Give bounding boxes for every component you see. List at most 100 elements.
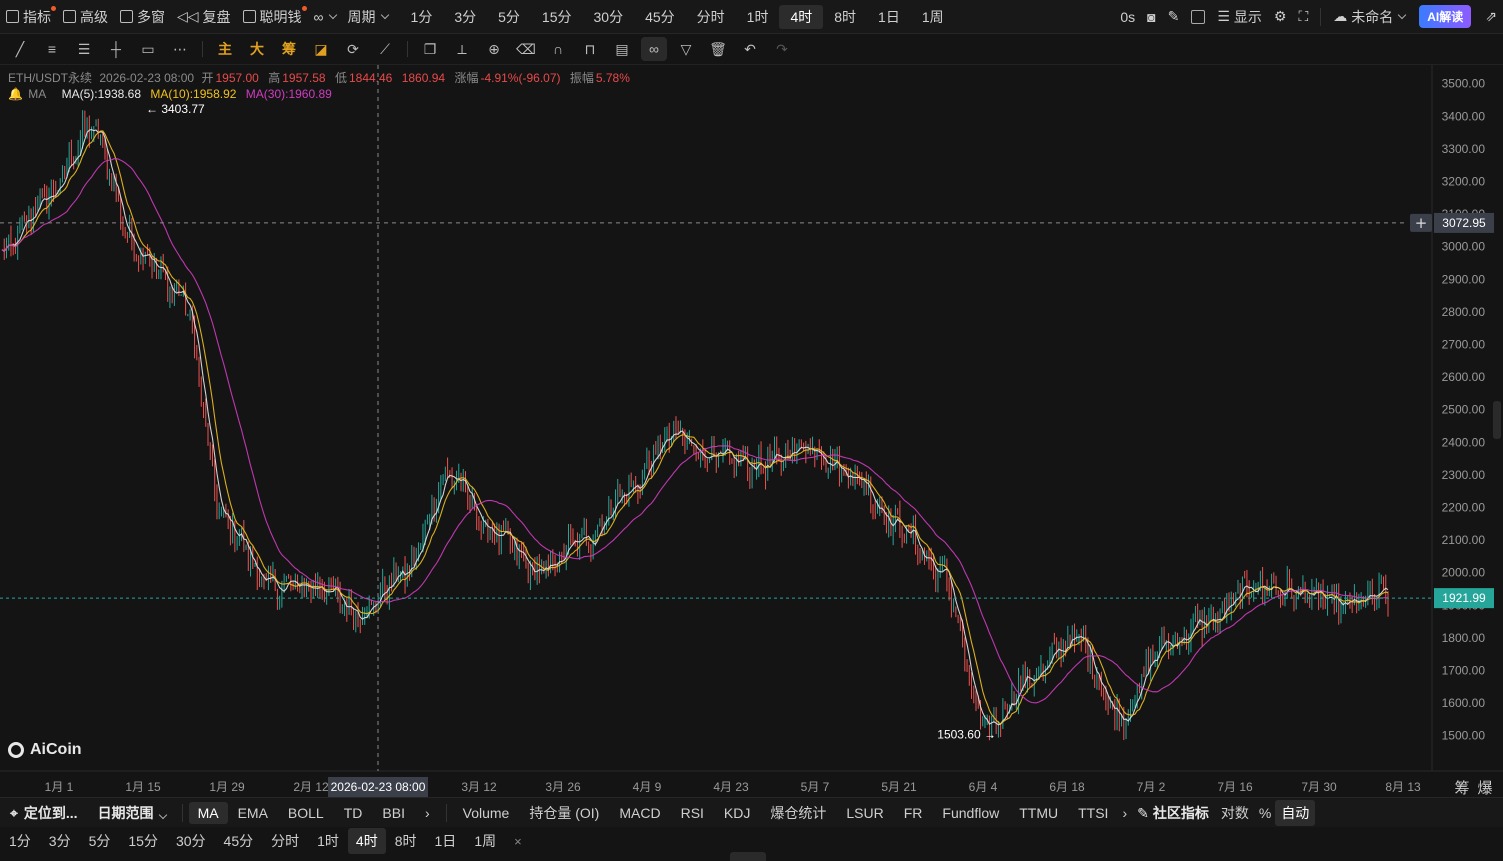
sync-icon[interactable]: ⟳: [337, 34, 369, 65]
more-tools-icon[interactable]: ⋯: [164, 34, 196, 65]
period-tab[interactable]: 1时: [736, 7, 780, 27]
period-tab[interactable]: 1周: [911, 7, 955, 27]
collapse-handle[interactable]: [730, 852, 766, 861]
settings-icon[interactable]: ⚙: [1268, 0, 1293, 33]
community-indicators-button[interactable]: ✎ 社区指标: [1131, 803, 1215, 823]
main-indicator-tab[interactable]: BOLL: [278, 805, 334, 821]
sub-indicator-tab[interactable]: LSUR: [836, 805, 893, 821]
main-more-arrow[interactable]: ›: [415, 805, 440, 821]
period-button[interactable]: 8时: [386, 831, 426, 851]
period-tab[interactable]: 1日: [867, 7, 911, 27]
period-tab[interactable]: 45分: [634, 7, 686, 27]
period-tab[interactable]: 15分: [531, 7, 583, 27]
rectangle-icon[interactable]: ▭: [132, 34, 164, 65]
pencil-icon[interactable]: ✎: [1162, 0, 1186, 33]
eraser-icon[interactable]: ⌫: [510, 34, 542, 65]
indicators-button[interactable]: 指标: [0, 0, 57, 33]
period-button[interactable]: 3分: [40, 831, 80, 851]
chart-edit-icon[interactable]: ◪: [305, 34, 337, 65]
period-tabs: 1分 3分 5分 15分 30分 45分 分时 1时 4时 8时 1日 1周: [400, 0, 955, 33]
undo-icon[interactable]: ↶: [734, 34, 766, 65]
locate-button[interactable]: ⌖ 定位到...: [0, 803, 88, 823]
link-icon[interactable]: ∞: [641, 37, 667, 61]
sub-indicator-tab[interactable]: KDJ: [714, 805, 760, 821]
ruler-icon[interactable]: ⟂: [446, 34, 478, 65]
period-button[interactable]: 5分: [80, 831, 120, 851]
ai-interpret-button[interactable]: AI解读: [1419, 5, 1472, 28]
copy-icon[interactable]: ❐: [414, 34, 446, 65]
horizontal-ray-icon[interactable]: ┼: [100, 34, 132, 65]
infinity-icon: ∞: [313, 8, 324, 25]
sub-indicator-tab[interactable]: FR: [894, 805, 933, 821]
template-icon[interactable]: ▤: [606, 34, 638, 65]
main-mode-button[interactable]: 主: [209, 34, 241, 65]
period-button[interactable]: 45分: [215, 831, 263, 851]
fullscreen-icon[interactable]: ⛶: [1292, 0, 1314, 33]
period-button[interactable]: 1周: [465, 831, 505, 851]
trend-icon[interactable]: ⇗: [1479, 0, 1503, 33]
period-menu[interactable]: 周期: [342, 0, 394, 33]
sub-indicator-tab[interactable]: Fundflow: [932, 805, 1009, 821]
period-tab[interactable]: 1分: [400, 7, 444, 27]
multi-window-button[interactable]: 多窗: [114, 0, 171, 33]
close-periodbar-icon[interactable]: ×: [505, 834, 531, 849]
oo-toggle[interactable]: ∞: [308, 0, 342, 33]
sub-indicator-tab[interactable]: TTSI: [1068, 805, 1118, 821]
period-button[interactable]: 15分: [119, 831, 167, 851]
period-button[interactable]: 1分: [0, 831, 40, 851]
period-button[interactable]: 1时: [308, 831, 348, 851]
sub-indicator-tab[interactable]: MACD: [609, 805, 670, 821]
trash-icon[interactable]: 🗑: [702, 34, 734, 65]
period-tab[interactable]: 分时: [686, 7, 736, 27]
period-tab[interactable]: 30分: [583, 7, 635, 27]
sub-indicator-tab[interactable]: Volume: [453, 805, 520, 821]
period-tab[interactable]: 5分: [487, 7, 531, 27]
main-indicator-tab[interactable]: TD: [334, 805, 373, 821]
display-button[interactable]: ☰ 显示: [1211, 0, 1268, 33]
filter-icon[interactable]: ▽: [670, 34, 702, 65]
period-tab[interactable]: 4时: [779, 4, 824, 29]
horizontal-lines-icon[interactable]: ≡: [36, 34, 68, 65]
chart-canvas[interactable]: 3500.003400.003300.003200.003100.003000.…: [0, 65, 1503, 797]
price-chart[interactable]: ETH/USDT永续 2026-02-23 08:00 开 1957.00 高 19…: [0, 65, 1503, 797]
sub-indicator-tab[interactable]: RSI: [671, 805, 714, 821]
advanced-button[interactable]: 高级: [57, 0, 114, 33]
line-tool-icon[interactable]: ⟋: [369, 34, 401, 65]
period-button[interactable]: 4时: [347, 828, 386, 854]
redo-icon[interactable]: ↷: [766, 34, 798, 65]
log-scale-toggle[interactable]: 对数: [1215, 803, 1255, 823]
smart-money-button[interactable]: 聪明钱: [237, 0, 308, 33]
period-tab[interactable]: 3分: [443, 7, 487, 27]
date-range-menu[interactable]: 日期范围: [88, 803, 176, 823]
main-indicator-tab[interactable]: BBI: [372, 805, 415, 821]
liquidation-button[interactable]: 爆: [1477, 779, 1492, 797]
parallel-lines-icon[interactable]: ☰: [68, 34, 100, 65]
percent-scale-toggle[interactable]: %: [1255, 805, 1275, 821]
sub-indicator-tab[interactable]: 持仓量 (OI): [519, 803, 609, 823]
chip-mode-button[interactable]: 筹: [273, 34, 305, 65]
period-bar: 1分 3分 5分 15分 30分 45分 分时 1时 4时 8时 1日 1周 ×: [0, 827, 1503, 855]
auto-scale-toggle[interactable]: 自动: [1275, 799, 1316, 826]
side-panel-handle[interactable]: [1493, 401, 1501, 439]
sub-indicator-tab[interactable]: TTMU: [1009, 805, 1068, 821]
period-tab[interactable]: 8时: [823, 7, 867, 27]
sub-indicator-tab[interactable]: 爆仓统计: [760, 803, 836, 823]
lock-icon[interactable]: ⊓: [574, 34, 606, 65]
main-indicator-tab[interactable]: EMA: [228, 805, 278, 821]
trend-line-icon[interactable]: ╱: [4, 34, 36, 65]
replay-button[interactable]: ◁◁ 复盘: [171, 0, 237, 33]
sub-more-arrow[interactable]: ›: [1118, 805, 1131, 821]
big-mode-button[interactable]: 大: [241, 34, 273, 65]
chip-distribution-button[interactable]: 筹: [1454, 779, 1469, 797]
main-indicator-tab[interactable]: MA: [188, 801, 228, 824]
camera-icon[interactable]: ◙: [1141, 0, 1161, 33]
period-button[interactable]: 30分: [167, 831, 215, 851]
period-button[interactable]: 分时: [262, 831, 308, 851]
layout-name-menu[interactable]: ☁ 未命名: [1327, 0, 1411, 33]
export-icon[interactable]: [1185, 0, 1211, 33]
period-button[interactable]: 1日: [426, 831, 466, 851]
magnet-icon[interactable]: ∩: [542, 34, 574, 65]
ma-label[interactable]: MA: [28, 87, 46, 101]
zoom-in-icon[interactable]: ⊕: [478, 34, 510, 65]
bell-icon[interactable]: 🔔: [8, 87, 23, 101]
